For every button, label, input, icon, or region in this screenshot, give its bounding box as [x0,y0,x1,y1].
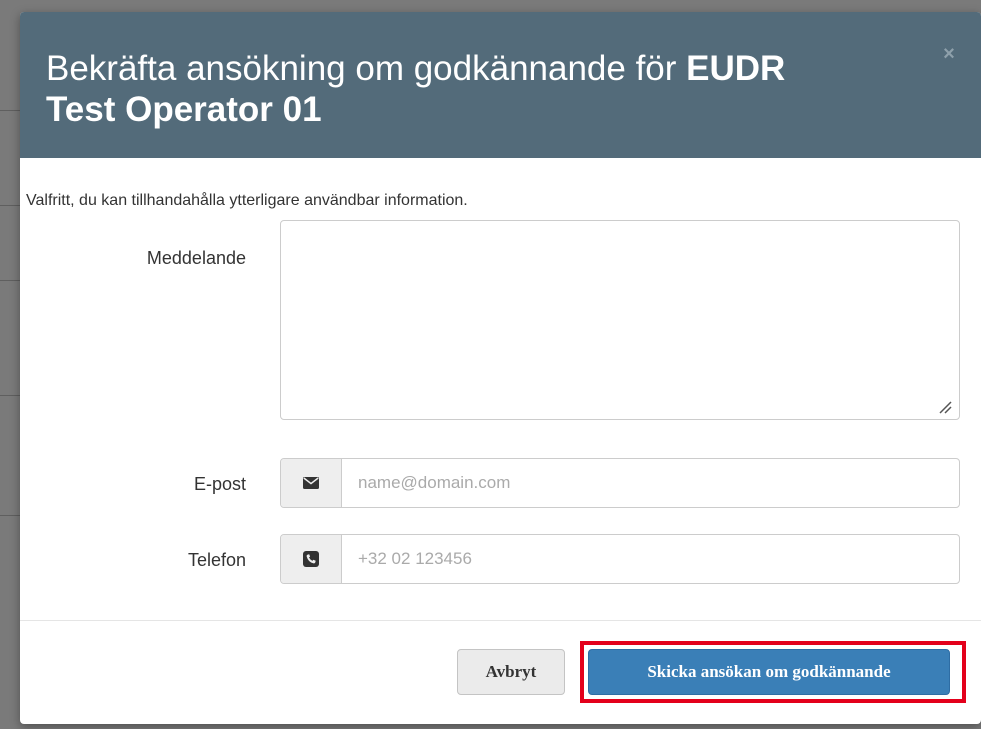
backdrop-divider [0,205,20,206]
email-input-group [280,458,960,508]
backdrop-divider [0,280,20,281]
email-label: E-post [193,474,246,494]
submit-approval-request-button[interactable]: Skicka ansökan om godkännande [588,649,950,695]
approval-request-modal: Bekräfta ansökning om godkännande för EU… [20,12,981,724]
phone-label: Telefon [187,550,246,570]
backdrop-divider [0,110,20,111]
modal-body: Valfritt, du kan tillhandahålla ytterlig… [20,158,981,620]
email-input[interactable] [342,459,959,507]
modal-title: Bekräfta ansökning om godkännande för EU… [46,48,861,130]
phone-input[interactable] [342,535,959,583]
modal-title-text: Bekräfta ansökning om godkännande för [46,49,687,88]
optional-info-hint: Valfritt, du kan tillhandahålla ytterlig… [26,192,468,209]
backdrop-divider [0,515,20,516]
close-icon[interactable]: × [941,44,957,64]
envelope-icon [281,459,342,507]
modal-header: Bekräfta ansökning om godkännande för EU… [20,12,981,158]
message-label: Meddelande [146,248,246,268]
backdrop-divider [0,395,20,396]
phone-input-group [280,534,960,584]
modal-footer: Avbryt Skicka ansökan om godkännande [20,620,981,724]
message-textarea[interactable] [280,220,960,420]
resize-handle-icon[interactable] [938,400,952,414]
cancel-button[interactable]: Avbryt [457,649,565,695]
phone-square-icon [281,535,342,583]
